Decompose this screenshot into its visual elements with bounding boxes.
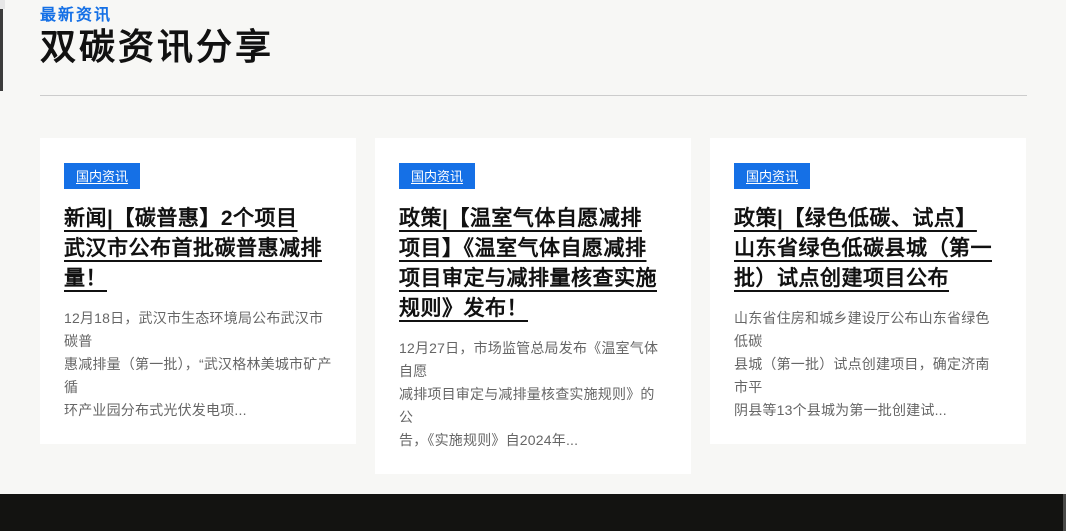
section-eyebrow: 最新资讯 <box>40 6 1027 26</box>
news-card[interactable]: 国内资讯 政策|【温室气体自愿减排 项目】《温室气体自愿减排 项目审定与减排量核… <box>375 138 691 474</box>
news-card[interactable]: 国内资讯 新闻|【碳普惠】2个项目 武汉市公布首批碳普惠减排 量！ 12月18日… <box>40 138 356 444</box>
category-tag-badge[interactable]: 国内资讯 <box>734 163 810 189</box>
news-card-excerpt: 山东省住房和城乡建设厅公布山东省绿色低碳 县城（第一批）试点创建项目，确定济南市… <box>734 307 1002 422</box>
news-card-title[interactable]: 政策|【绿色低碳、试点】 山东省绿色低碳县城（第一 批）试点创建项目公布 <box>734 204 1002 294</box>
category-tag-badge[interactable]: 国内资讯 <box>64 163 140 189</box>
news-card-title[interactable]: 政策|【温室气体自愿减排 项目】《温室气体自愿减排 项目审定与减排量核查实施 规… <box>399 204 667 324</box>
news-card-excerpt: 12月18日，武汉市生态环境局公布武汉市碳普 惠减排量（第一批），“武汉格林美城… <box>64 307 332 422</box>
news-card-title[interactable]: 新闻|【碳普惠】2个项目 武汉市公布首批碳普惠减排 量！ <box>64 204 332 294</box>
page-title: 双碳资讯分享 <box>40 26 1027 68</box>
news-card-excerpt: 12月27日，市场监管总局发布《温室气体自愿 减排项目审定与减排量核查实施规则》… <box>399 337 667 452</box>
main-content: 最新资讯 双碳资讯分享 国内资讯 新闻|【碳普惠】2个项目 武汉市公布首批碳普惠… <box>0 0 1066 474</box>
page-root: { "page": { "accent_blue": "#1570e6", "b… <box>0 0 1066 531</box>
footer-bar <box>0 494 1066 531</box>
window-edge-notch <box>0 0 5 9</box>
window-edge-strip <box>0 9 3 91</box>
news-card[interactable]: 国内资讯 政策|【绿色低碳、试点】 山东省绿色低碳县城（第一 批）试点创建项目公… <box>710 138 1026 444</box>
news-cards-row: 国内资讯 新闻|【碳普惠】2个项目 武汉市公布首批碳普惠减排 量！ 12月18日… <box>40 138 1027 474</box>
category-tag-badge[interactable]: 国内资讯 <box>399 163 475 189</box>
header-divider <box>40 95 1027 96</box>
